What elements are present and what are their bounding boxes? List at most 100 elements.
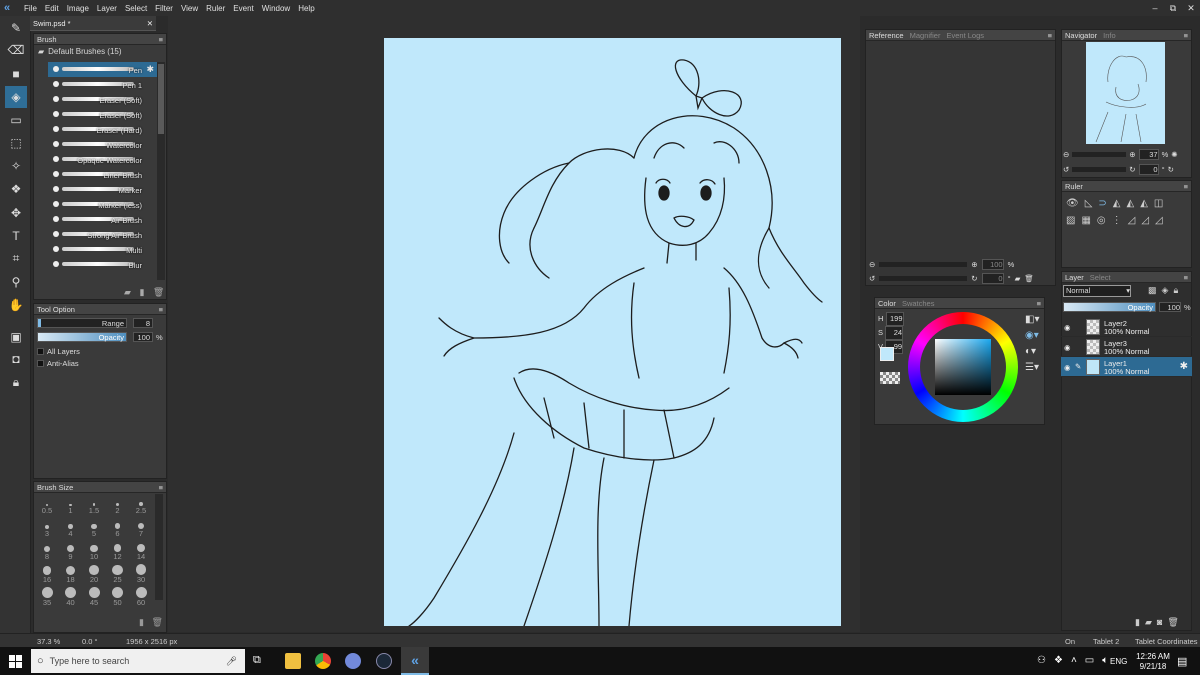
layer-opacity-slider[interactable]: Opacity <box>1063 302 1156 312</box>
panel-menu-icon[interactable]: ≡ <box>159 305 163 314</box>
brush-size-option[interactable]: 1.5 <box>83 495 105 515</box>
taskbar-search[interactable]: ○ Type here to search 🎤︎ <box>31 649 245 673</box>
close-window-button[interactable]: ✕ <box>1182 0 1200 16</box>
fit-view-icon[interactable]: ✺ <box>1171 150 1177 159</box>
hue-wheel[interactable] <box>908 312 1018 422</box>
brush-size-option[interactable]: 10 <box>83 541 105 561</box>
menu-layer[interactable]: Layer <box>97 4 117 13</box>
delete-brush-icon[interactable]: 🗑︎ <box>153 287 164 297</box>
layer-mask-icon[interactable]: ◙ <box>1157 617 1162 628</box>
color-picker-mode-icon[interactable]: ◉▾ <box>1025 328 1039 344</box>
reset-rotation-icon[interactable]: ↻ <box>1168 165 1174 174</box>
vanishing-2-icon[interactable]: ◿ <box>1141 215 1149 226</box>
brush-size-option[interactable]: 20 <box>83 564 105 584</box>
canvas-sheet[interactable] <box>384 38 841 627</box>
eyedropper-icon[interactable]: ⚲ <box>8 274 24 290</box>
eye-icon[interactable]: ◉ <box>1064 343 1071 352</box>
ruler-magnet-icon[interactable]: ⊃ <box>1098 198 1106 209</box>
tab-layer[interactable]: Layer <box>1065 273 1084 282</box>
delete-size-icon[interactable]: 🗑︎ <box>151 617 162 627</box>
brush-scroll-thumb[interactable] <box>158 64 164 134</box>
panel-menu-icon[interactable]: ≡ <box>1037 299 1041 308</box>
rotate-left-icon[interactable]: ↺ <box>869 274 875 283</box>
h-value[interactable]: 199 <box>885 312 904 326</box>
delete-icon[interactable]: 🗑︎ <box>1024 274 1034 283</box>
brush-size-option[interactable]: 4 <box>60 518 82 538</box>
brush-size-option[interactable]: 1 <box>60 495 82 515</box>
gradient-tool-icon[interactable]: ▭ <box>8 112 24 128</box>
tab-reference[interactable]: Reference <box>869 31 904 40</box>
nav-zoom-value[interactable]: 37 <box>1138 149 1159 160</box>
saturation-value-square[interactable] <box>935 339 991 395</box>
chevron-up-icon[interactable]: ˄ <box>1071 655 1077 666</box>
layer-lock-icon[interactable]: 🔒︎ <box>1173 285 1178 296</box>
brush-size-option[interactable]: 5 <box>83 518 105 538</box>
nav-rotate-value[interactable]: 0 <box>1138 164 1159 175</box>
brush-size-option[interactable]: 16 <box>36 564 58 584</box>
nav-zoom-slider[interactable] <box>1072 152 1127 157</box>
menu-view[interactable]: View <box>181 4 198 13</box>
select-pen-icon[interactable]: ❖ <box>8 181 24 197</box>
brush-item[interactable]: Air Brush <box>48 212 157 227</box>
discord-icon[interactable] <box>345 653 361 669</box>
panel-menu-icon[interactable]: ≡ <box>1184 182 1188 191</box>
ruler-visibility-icon[interactable]: 👁︎ <box>1066 198 1079 209</box>
brush-size-option[interactable]: 2 <box>107 495 129 515</box>
brush-folder-icon[interactable]: ▰ <box>124 287 131 297</box>
brush-item[interactable]: Pen 1 <box>48 77 157 92</box>
pen-tool-icon[interactable]: ✎ <box>8 20 24 36</box>
brush-scrollbar[interactable] <box>157 62 165 280</box>
lock-icon[interactable]: 🔒︎ <box>8 374 24 390</box>
tab-color[interactable]: Color <box>878 299 896 308</box>
layer-settings-icon[interactable]: ✱ <box>1180 361 1188 372</box>
menu-image[interactable]: Image <box>67 4 89 13</box>
dropbox-icon[interactable]: ❖ <box>1054 655 1063 666</box>
concentric-ruler-icon[interactable]: ◎ <box>1097 215 1106 226</box>
tab-event-logs[interactable]: Event Logs <box>946 31 984 40</box>
ruler-snap-icon[interactable]: ◺ <box>1085 198 1093 209</box>
brush-size-option[interactable]: 50 <box>107 587 129 607</box>
brush-size-option[interactable]: 2.5 <box>130 495 152 515</box>
reference-rotate-slider[interactable] <box>879 276 968 281</box>
nav-zoom-in-icon[interactable]: ⊕ <box>1129 150 1135 159</box>
volume-icon[interactable]: 🔈︎ <box>1102 655 1108 666</box>
zoom-out-icon[interactable]: ⊖ <box>869 260 875 269</box>
all-layers-checkbox[interactable]: All Layers <box>37 347 80 356</box>
quick-mask-icon[interactable]: ◘ <box>8 351 24 367</box>
windows-start-icon[interactable] <box>9 655 22 668</box>
new-brush-icon[interactable]: ▮ <box>139 287 144 297</box>
notification-icon[interactable]: ▤ <box>1177 655 1187 668</box>
panel-menu-icon[interactable]: ≡ <box>1184 31 1188 40</box>
menu-file[interactable]: File <box>24 4 37 13</box>
language-indicator[interactable]: ENG <box>1110 657 1127 666</box>
brush-item[interactable]: Strong Air Brush <box>48 227 157 242</box>
network-icon[interactable]: ▭ <box>1085 655 1094 666</box>
navigator-preview[interactable] <box>1086 42 1165 144</box>
brush-item[interactable]: Marker <box>48 182 157 197</box>
opacity-slider[interactable]: Opacity <box>37 332 127 342</box>
color-slider-mode-icon[interactable]: ◐▾ <box>1025 344 1039 360</box>
chrome-icon[interactable] <box>315 653 331 669</box>
minimize-button[interactable]: – <box>1146 0 1164 16</box>
clip-icon[interactable]: ◈ <box>1162 285 1169 296</box>
panel-menu-icon[interactable]: ≡ <box>159 483 163 492</box>
brush-size-option[interactable]: 60 <box>130 587 152 607</box>
rotate-right-icon[interactable]: ↻ <box>971 274 977 283</box>
nav-rotate-slider[interactable] <box>1072 167 1127 172</box>
magic-wand-icon[interactable]: ✧ <box>8 158 24 174</box>
brush-settings-icon[interactable]: ✱ <box>146 64 154 75</box>
radial-ruler-icon[interactable]: ⋮ <box>1112 215 1122 226</box>
foreground-color-swatch[interactable] <box>880 347 894 361</box>
tab-info[interactable]: Info <box>1103 31 1116 40</box>
nav-rotate-left-icon[interactable]: ↺ <box>1063 165 1069 174</box>
brush-item[interactable]: Blur <box>48 257 157 272</box>
file-explorer-icon[interactable] <box>285 653 301 669</box>
text-tool-icon[interactable]: T <box>8 228 24 244</box>
perspective-3-icon[interactable]: ◭ <box>1140 198 1148 209</box>
nav-zoom-out-icon[interactable]: ⊖ <box>1063 150 1069 159</box>
range-value[interactable]: 8 <box>133 318 153 328</box>
brush-size-option[interactable]: 18 <box>60 564 82 584</box>
perspective-2-icon[interactable]: ◭ <box>1127 198 1135 209</box>
brush-size-option[interactable]: 35 <box>36 587 58 607</box>
parallel-ruler-icon[interactable]: ▨ <box>1066 215 1075 226</box>
